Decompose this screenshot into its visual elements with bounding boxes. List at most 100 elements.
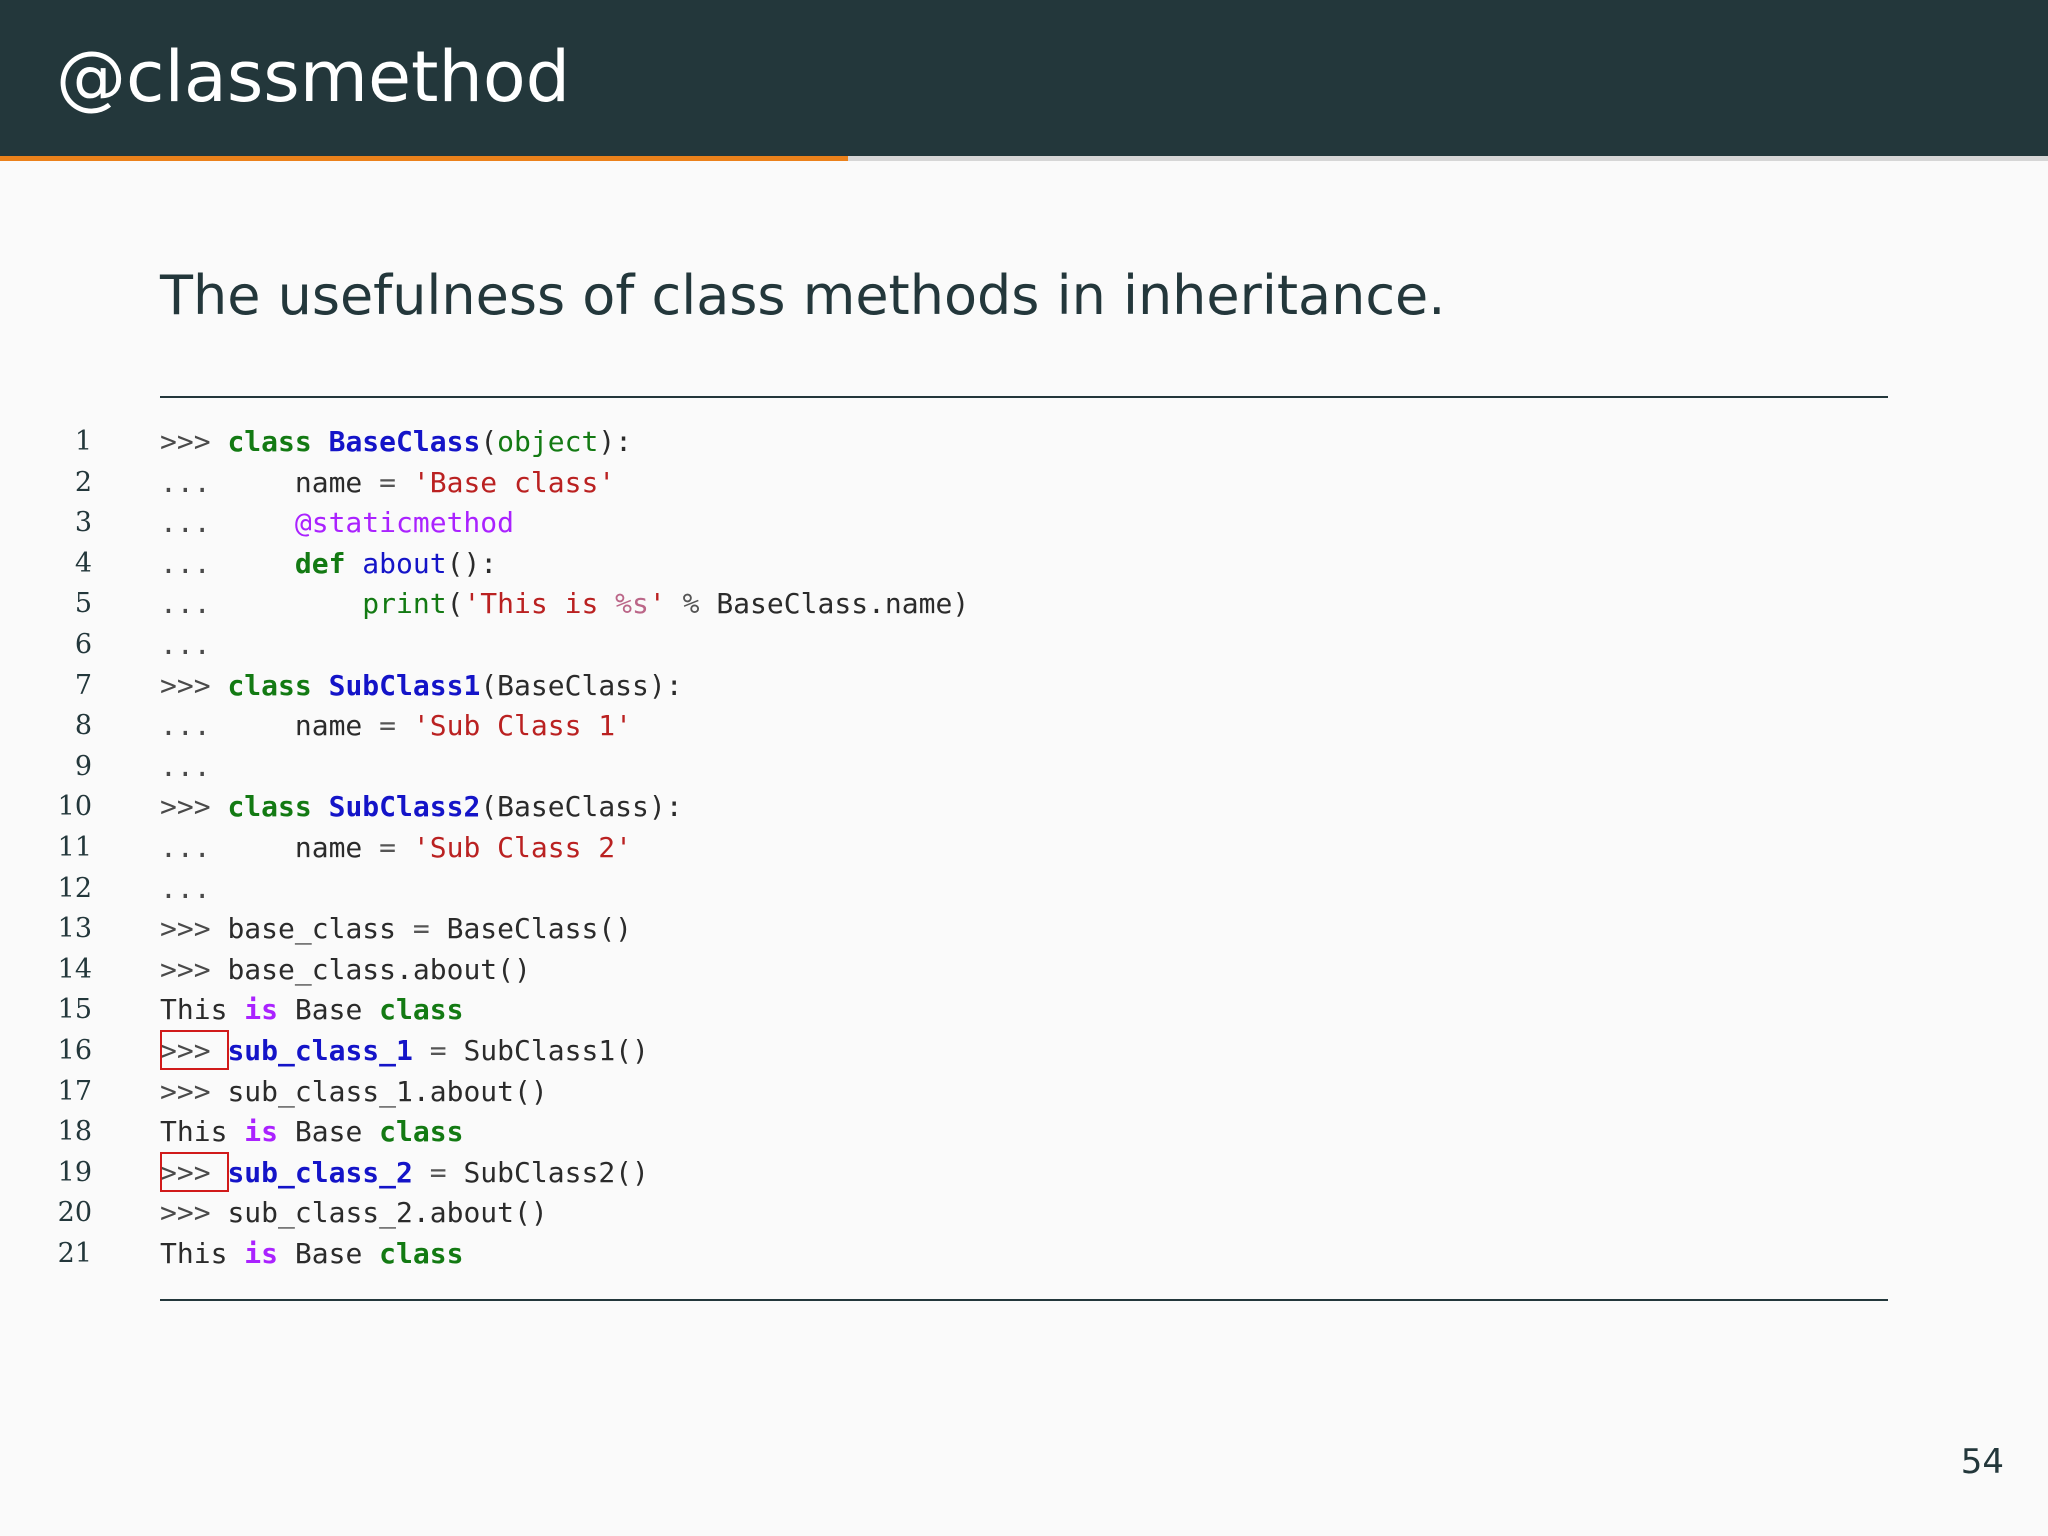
code-text: ... name = 'Base class' (160, 463, 615, 503)
code-token: This (160, 1237, 245, 1270)
code-token: 'Sub Class 2' (412, 831, 633, 864)
code-token: sub_class_1 (227, 1034, 413, 1067)
code-line: 13 >>> base_class = BaseClass() (0, 909, 1900, 949)
code-token: BaseClass (328, 425, 481, 458)
code-text: >>> base_class = BaseClass() (160, 909, 632, 949)
code-line: 8... name = 'Sub Class 1' (0, 706, 1900, 746)
code-token: sub_class_1.about() (227, 1074, 548, 1108)
line-number: 16 (57, 1035, 92, 1066)
code-line: 11... name = 'Sub Class 2' (0, 828, 1900, 868)
code-token: = (362, 831, 413, 864)
code-token: name (294, 831, 363, 864)
code-token: is (244, 1237, 279, 1270)
code-token: class (379, 1115, 464, 1149)
code-token: ): (598, 425, 633, 458)
line-number: 6 (74, 629, 92, 660)
code-text: >>> sub_class_2.about() (160, 1193, 548, 1233)
code-token: print (362, 587, 447, 621)
code-token: BaseClass() (446, 912, 633, 946)
code-line: 10 >>> class SubClass2(BaseClass): (0, 787, 1900, 827)
code-line: 2 ... name = 'Base class' (0, 463, 1900, 503)
code-text: ... name = 'Sub Class 1' (160, 706, 632, 746)
code-token: ... (160, 465, 295, 499)
code-line: 12... (0, 869, 1900, 909)
code-token: name (294, 709, 363, 743)
code-token: ... (160, 546, 295, 580)
code-token: Base (278, 993, 380, 1027)
code-token: ... (160, 871, 211, 905)
line-number: 19 (57, 1156, 92, 1188)
line-number: 3 (74, 507, 92, 539)
code-token: def (294, 546, 346, 580)
code-token: class (227, 790, 312, 824)
line-number: 5 (74, 588, 92, 620)
progress-bar-fill (0, 156, 848, 161)
code-line: 5... print('This is %s' % BaseClass.name… (0, 584, 1900, 624)
code-line: 6... (0, 625, 1900, 665)
code-token: SubClass2() (463, 1155, 649, 1189)
code-token: is (244, 993, 279, 1027)
code-token: % (665, 587, 717, 621)
line-number: 20 (57, 1197, 92, 1229)
code-text: >>> sub_class_2 = SubClass2() (160, 1153, 649, 1193)
slide-header: @classmethod (0, 0, 2048, 156)
prompt-highlight-box (160, 1151, 229, 1192)
code-token: %s (615, 587, 649, 621)
line-number: 10 (57, 791, 92, 823)
code-text: This is Base class (160, 990, 463, 1030)
code-token: class (379, 1237, 464, 1270)
code-line: 14 >>> base_class.about() (0, 950, 1900, 990)
code-token: = (412, 1155, 464, 1189)
line-number: 9 (74, 750, 92, 782)
page-number: 54 (1960, 1442, 2004, 1482)
code-line: 20 >>> sub_class_2.about() (0, 1193, 1900, 1233)
code-token: 'This is (463, 587, 616, 621)
code-line: 17 >>> sub_class_1.about() (0, 1072, 1900, 1112)
code-bottom-rule (160, 1299, 1888, 1301)
line-number: 18 (57, 1116, 92, 1148)
code-token: >>> (160, 952, 228, 986)
code-text: ... name = 'Sub Class 2' (160, 828, 632, 868)
line-number: 13 (57, 913, 92, 945)
code-token: ' (648, 587, 666, 621)
code-token: = (362, 465, 413, 499)
code-token: class (379, 993, 464, 1027)
code-token: base_class (227, 912, 397, 946)
line-number: 14 (57, 953, 92, 985)
code-line: 4... def about(): (0, 544, 1900, 584)
code-token: SubClass1() (463, 1034, 649, 1067)
code-text: >>> class SubClass2(BaseClass): (160, 787, 683, 827)
code-text: >>> sub_class_1.about() (160, 1072, 548, 1112)
code-top-rule (160, 396, 1888, 398)
line-number: 2 (74, 466, 92, 498)
line-number: 21 (57, 1238, 92, 1269)
code-token: SubClass2 (328, 790, 481, 824)
line-number: 12 (57, 872, 92, 904)
code-token: Base (278, 1115, 380, 1149)
line-number: 17 (57, 1075, 92, 1107)
code-line: 15 This is Base class (0, 990, 1900, 1030)
code-token: >>> (160, 912, 228, 946)
line-number: 7 (74, 669, 92, 701)
code-token: >>> (160, 790, 228, 824)
code-token: (): (446, 546, 498, 580)
code-token: ... (160, 587, 363, 621)
line-number: 1 (74, 426, 92, 457)
code-token: ... (160, 831, 295, 864)
line-number: 4 (74, 547, 92, 579)
code-token: = (396, 912, 447, 946)
code-text: >>> class BaseClass(object): (160, 422, 632, 462)
code-text: This is Base class (160, 1112, 463, 1152)
code-text: >>> class SubClass1(BaseClass): (160, 666, 683, 706)
slide-subtitle: The usefulness of class methods in inher… (160, 264, 1446, 327)
code-token: is (244, 1115, 279, 1149)
code-token: 'Sub Class 1' (412, 709, 633, 743)
code-token: ... (160, 506, 295, 540)
code-token: name (294, 465, 363, 499)
code-token: This (160, 1115, 245, 1149)
code-token: about (362, 546, 447, 580)
code-text: >>> base_class.about() (160, 950, 531, 990)
code-token: = (362, 709, 413, 743)
code-token: @staticmethod (294, 506, 515, 540)
